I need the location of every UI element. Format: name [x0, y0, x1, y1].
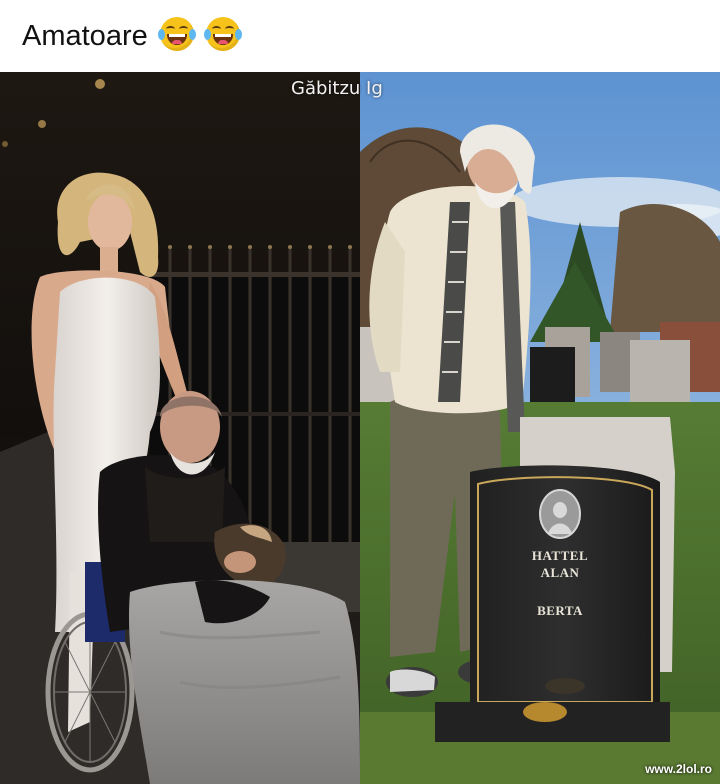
tears-of-joy-icon [203, 17, 242, 52]
site-watermark: www.2lol.ro [645, 762, 712, 776]
author-watermark: Găbitzu Ig [291, 78, 383, 99]
post-header: Amatoare [0, 0, 720, 72]
caption-text: Amatoare [22, 20, 148, 52]
photo-left-wheelchair [0, 72, 360, 784]
gravestone-line-2: ALAN [540, 565, 580, 580]
post-caption: Amatoare [22, 17, 242, 54]
tears-of-joy-icon [157, 17, 196, 52]
photo-right-gravestone: HATTEL ALAN BERTA [360, 72, 720, 784]
gravestone-line-1: HATTEL [531, 548, 589, 563]
gravestone-line-3: BERTA [537, 603, 583, 618]
